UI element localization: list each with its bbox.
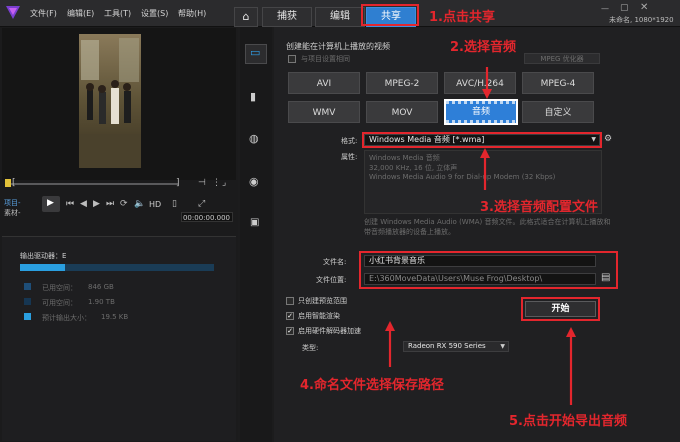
- type-label: 类型:: [302, 344, 319, 352]
- project-mode-label[interactable]: 项目-: [4, 198, 21, 208]
- mark-out-icon[interactable]: ]: [176, 178, 180, 188]
- smart-render-label: 启用智能渲染: [298, 312, 340, 320]
- gpu-chevron-down-icon: ▼: [500, 343, 505, 350]
- repeat-icon[interactable]: ⟳: [120, 199, 128, 209]
- title-bar: 文件(F) 编辑(E) 工具(T) 设置(S) 帮助(H) ⌂ 捕获 编辑 共享…: [0, 0, 680, 27]
- next-frame-icon[interactable]: ▶: [93, 199, 100, 209]
- filename-label: 文件名:: [323, 258, 347, 266]
- tab-edit[interactable]: 编辑: [315, 7, 365, 27]
- start-button-highlight: [521, 297, 600, 321]
- hw-decode-checkbox[interactable]: ✓: [286, 327, 294, 335]
- used-label: 已用空间：: [42, 284, 77, 292]
- volume-icon[interactable]: 🔈: [134, 199, 145, 209]
- preview-range-checkbox[interactable]: [286, 297, 294, 305]
- output-drive-label: 输出驱动器：E: [20, 252, 67, 260]
- home-icon: ⌂: [242, 10, 250, 23]
- estimate-value: 19.5 KB: [101, 313, 129, 321]
- clip-mode-label[interactable]: 素材-: [4, 208, 21, 218]
- location-label: 文件位置:: [316, 276, 347, 284]
- disc-icon[interactable]: ◉: [249, 175, 259, 188]
- fullscreen-icon[interactable]: ⤢: [198, 199, 205, 209]
- timeline-scrubber[interactable]: [8, 183, 178, 185]
- annotation-step4: 4.命名文件选择保存路径: [300, 378, 444, 393]
- split-icon[interactable]: ⊣: [198, 178, 206, 188]
- free-swatch: [24, 298, 31, 305]
- hd-toggle[interactable]: HD: [149, 200, 161, 209]
- tab-capture[interactable]: 捕获: [262, 7, 312, 27]
- menu-file[interactable]: 文件(F): [30, 8, 57, 19]
- play-icon: ▶: [47, 198, 54, 208]
- prev-frame-icon[interactable]: ◀: [80, 199, 87, 209]
- home-tab[interactable]: ⌂: [234, 7, 258, 27]
- free-value: 1.90 TB: [88, 298, 115, 306]
- annotation-step5: 5.点击开始导出音频: [509, 414, 627, 429]
- disk-usage-bar: [20, 264, 214, 271]
- menu-help[interactable]: 帮助(H): [178, 8, 206, 19]
- free-label: 可用空间：: [42, 299, 77, 307]
- video-thumbnail: [79, 34, 141, 168]
- monitor-icon: ▭: [250, 46, 261, 59]
- used-value: 846 GB: [88, 283, 114, 291]
- mark-in-icon[interactable]: [: [12, 178, 16, 188]
- web-icon[interactable]: ◍: [249, 132, 259, 145]
- go-end-icon[interactable]: ⏭: [106, 199, 114, 209]
- smart-render-checkbox[interactable]: ✓: [286, 312, 294, 320]
- menu-tools[interactable]: 工具(T): [104, 8, 131, 19]
- used-swatch: [24, 283, 31, 290]
- estimate-swatch: [24, 313, 31, 320]
- 3d-icon[interactable]: ▣: [250, 217, 259, 228]
- gpu-select-value: Radeon RX 590 Series: [408, 342, 486, 350]
- zoom-icon[interactable]: ⋮: [212, 178, 221, 188]
- menu-settings[interactable]: 设置(S): [141, 8, 168, 19]
- aspect-icon[interactable]: ▯: [172, 199, 177, 209]
- annotation-step1: 1.点击共享: [429, 10, 495, 25]
- close-icon[interactable]: ✕: [640, 2, 648, 13]
- go-start-icon[interactable]: ⏮: [66, 199, 74, 209]
- preview-area[interactable]: [2, 28, 236, 180]
- project-info: 未命名, 1080*1920: [609, 16, 674, 24]
- share-tab-highlight: [361, 4, 419, 26]
- menu-edit[interactable]: 编辑(E): [67, 8, 94, 19]
- timecode-display[interactable]: 00:00:00.000: [181, 212, 233, 222]
- device-icon[interactable]: ▮: [250, 90, 256, 103]
- minimize-icon[interactable]: —: [601, 4, 609, 13]
- app-logo-icon: [6, 6, 20, 19]
- scrubber-handle[interactable]: [5, 179, 11, 187]
- gpu-select[interactable]: Radeon RX 590 Series ▼: [403, 341, 509, 352]
- expand-icon[interactable]: ⌟: [222, 178, 226, 188]
- computer-category-button[interactable]: ▭: [245, 44, 267, 64]
- preview-range-label: 只创建预览范围: [298, 297, 347, 305]
- estimate-label: 预计输出大小：: [42, 314, 91, 322]
- play-button[interactable]: ▶: [42, 196, 60, 212]
- hw-decode-label: 启用硬件解码器加速: [298, 327, 361, 335]
- maximize-icon[interactable]: ▢: [620, 3, 629, 13]
- filename-highlight: [359, 251, 618, 289]
- disk-usage-fill: [20, 264, 65, 271]
